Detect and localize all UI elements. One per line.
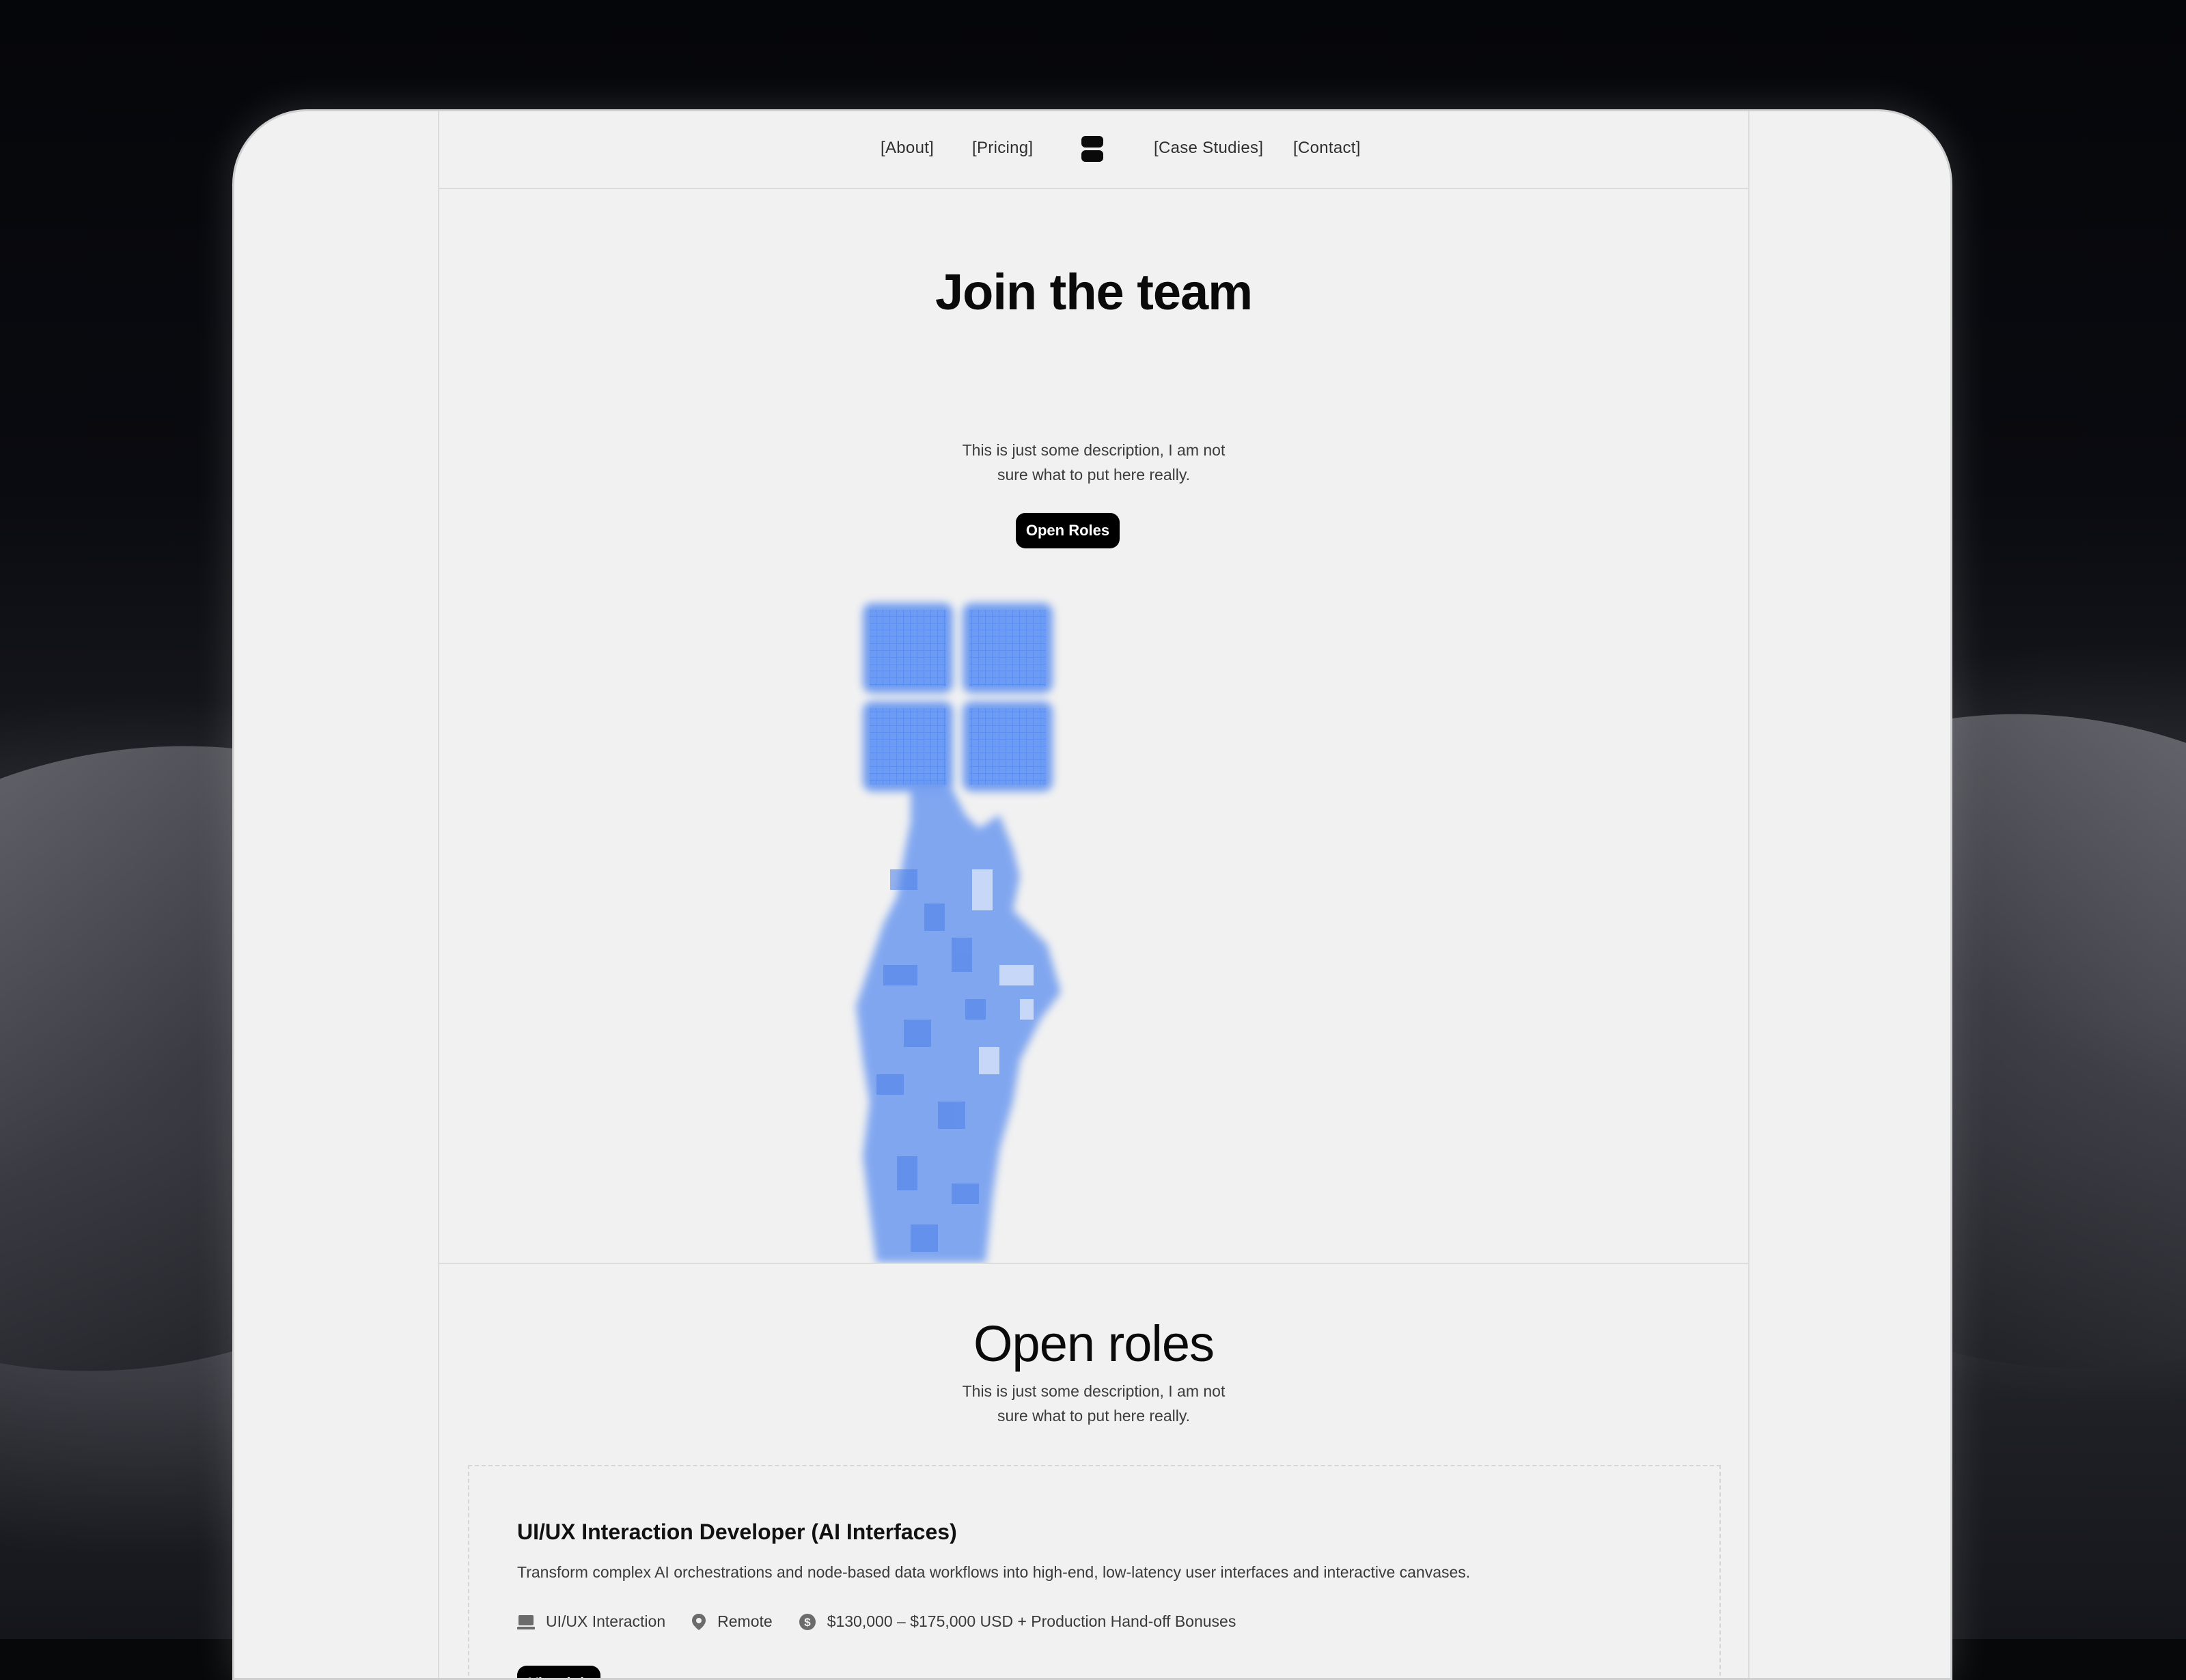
job-category: UI/UX Interaction xyxy=(517,1612,665,1631)
laptop-icon xyxy=(517,1614,535,1629)
device-frame: [About] [Pricing] [Case Studies] [Contac… xyxy=(232,109,1952,1680)
open-roles-description-line-1: This is just some description, I am not xyxy=(962,1382,1226,1400)
open-roles-description: This is just some description, I am not … xyxy=(439,1379,1748,1428)
location-pin-icon xyxy=(692,1613,706,1630)
hero-description-line-2: sure what to put here really. xyxy=(997,466,1191,484)
dollar-coin-icon: $ xyxy=(799,1613,816,1630)
job-location: Remote xyxy=(691,1612,773,1631)
open-roles-title: Open roles xyxy=(973,1315,1215,1372)
nav-pricing-link[interactable]: [Pricing] xyxy=(972,139,1033,158)
hero-description-line-1: This is just some description, I am not xyxy=(962,441,1226,459)
job-location-label: Remote xyxy=(717,1612,773,1630)
nav-about-link[interactable]: [About] xyxy=(881,139,934,158)
job-description: Transform complex AI orchestrations and … xyxy=(517,1563,1471,1581)
section-divider xyxy=(439,1263,1748,1264)
logo-icon[interactable] xyxy=(1081,136,1103,162)
job-category-label: UI/UX Interaction xyxy=(546,1612,666,1630)
page-column: [About] [Pricing] [Case Studies] [Contac… xyxy=(438,111,1749,1678)
hero-title: Join the team xyxy=(935,264,1253,320)
job-title[interactable]: UI/UX Interaction Developer (AI Interfac… xyxy=(517,1520,957,1545)
hero-description: This is just some description, I am not … xyxy=(439,438,1748,487)
open-roles-description-line-2: sure what to put here really. xyxy=(997,1407,1191,1425)
job-salary-label: $130,000 – $175,000 USD + Production Han… xyxy=(827,1612,1236,1630)
job-salary: $ $130,000 – $175,000 USD + Production H… xyxy=(799,1612,1236,1631)
open-roles-button[interactable]: Open Roles xyxy=(1016,513,1120,548)
nav-contact-link[interactable]: [Contact] xyxy=(1293,139,1361,158)
job-meta: UI/UX Interaction Remote $ $130,000 – $1… xyxy=(517,1612,1262,1631)
job-card: UI/UX Interaction Developer (AI Interfac… xyxy=(468,1465,1721,1678)
svg-text:$: $ xyxy=(804,1616,811,1629)
pixel-figure-illustration xyxy=(856,603,1061,1263)
nav-case-studies-link[interactable]: [Case Studies] xyxy=(1154,139,1263,158)
top-nav: [About] [Pricing] [Case Studies] [Contac… xyxy=(439,111,1748,189)
view-job-button[interactable]: View job xyxy=(517,1666,600,1678)
